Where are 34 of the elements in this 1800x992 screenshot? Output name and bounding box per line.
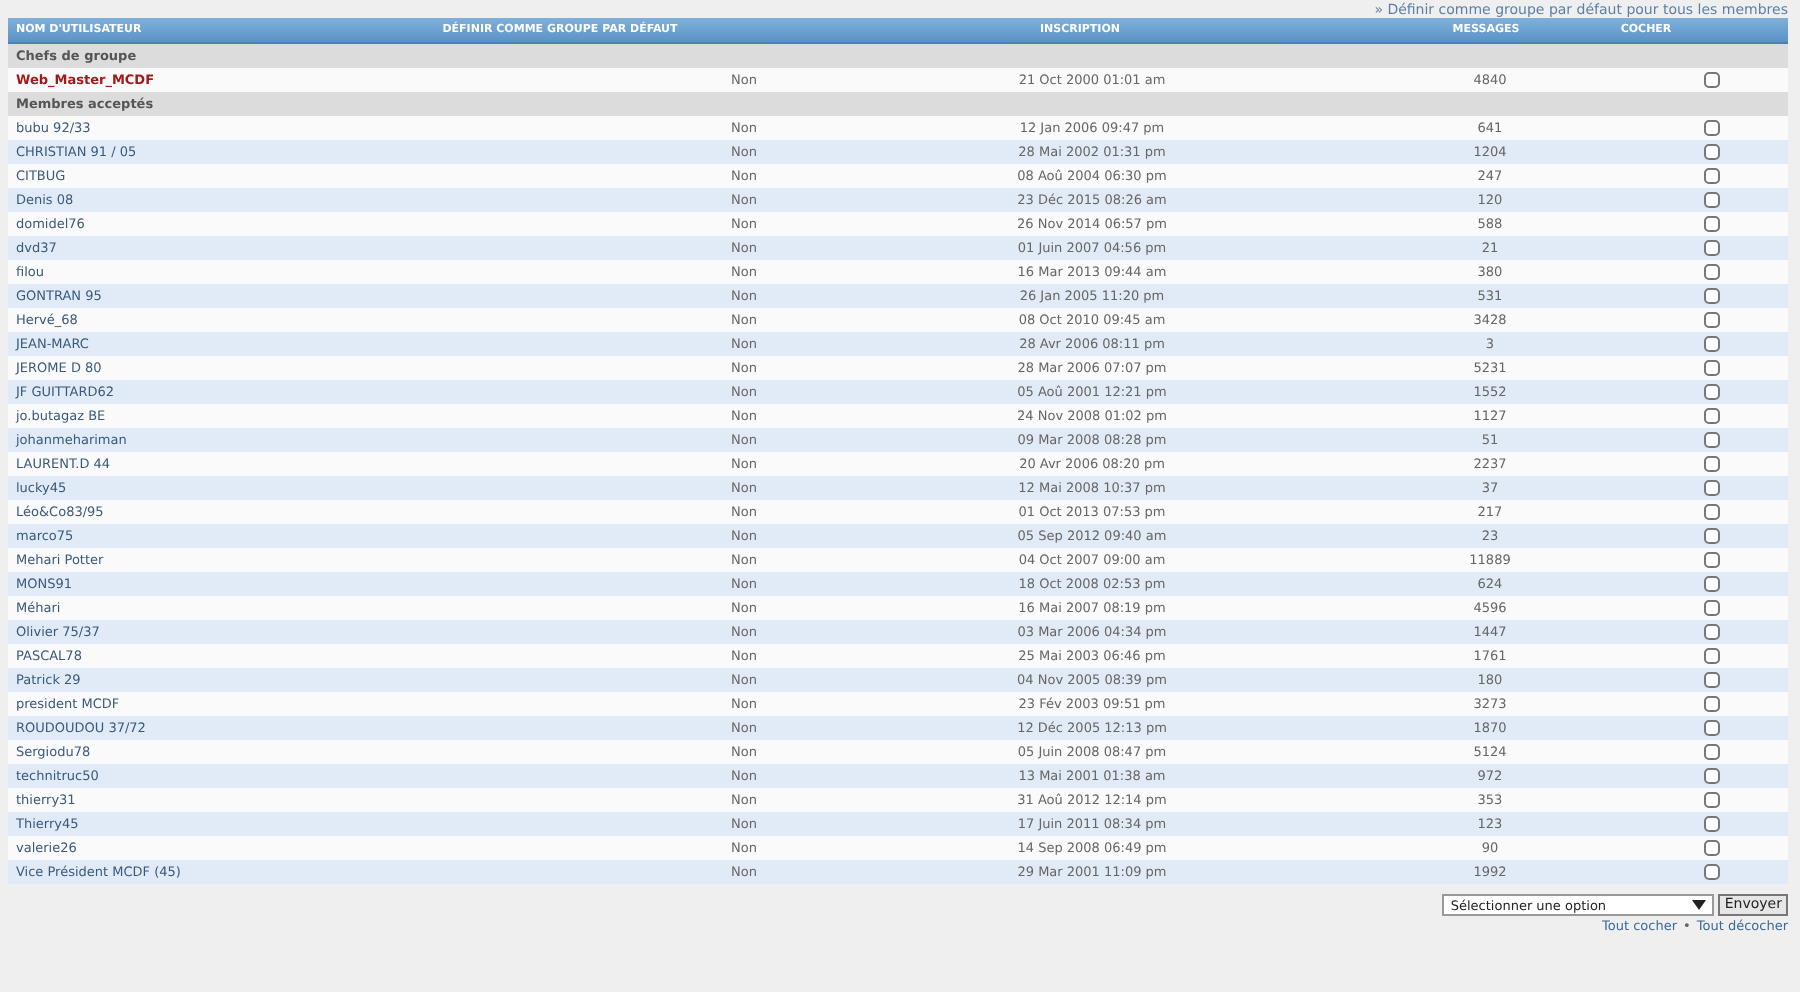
member-checkbox[interactable]	[1704, 288, 1720, 304]
member-checkbox[interactable]	[1704, 384, 1720, 400]
member-checkbox[interactable]	[1704, 192, 1720, 208]
member-checkbox[interactable]	[1704, 504, 1720, 520]
member-checkbox[interactable]	[1704, 576, 1720, 592]
member-checkbox[interactable]	[1704, 528, 1720, 544]
member-checkbox[interactable]	[1704, 840, 1720, 856]
member-checkbox[interactable]	[1704, 480, 1720, 496]
member-checkbox[interactable]	[1704, 432, 1720, 448]
member-checkbox[interactable]	[1704, 648, 1720, 664]
member-checkbox[interactable]	[1704, 336, 1720, 352]
member-checkbox[interactable]	[1704, 720, 1720, 736]
member-checkbox[interactable]	[1704, 792, 1720, 808]
member-checkbox[interactable]	[1704, 696, 1720, 712]
member-checkbox[interactable]	[1704, 360, 1720, 376]
member-checkbox[interactable]	[1704, 600, 1720, 616]
member-checkbox[interactable]	[1704, 624, 1720, 640]
member-checkbox[interactable]	[1704, 120, 1720, 136]
dropdown-arrow-icon	[1692, 900, 1707, 910]
member-checkbox[interactable]	[1704, 864, 1720, 880]
member-checkbox[interactable]	[1704, 672, 1720, 688]
member-checkbox[interactable]	[1704, 456, 1720, 472]
member-checkbox[interactable]	[1704, 144, 1720, 160]
member-checkbox[interactable]	[1704, 816, 1720, 832]
member-checkbox[interactable]	[1704, 264, 1720, 280]
member-checkbox[interactable]	[1704, 312, 1720, 328]
member-checkbox[interactable]	[1704, 768, 1720, 784]
member-checkbox[interactable]	[1704, 216, 1720, 232]
member-checkbox[interactable]	[1704, 240, 1720, 256]
member-checkbox[interactable]	[1704, 408, 1720, 424]
member-checkbox[interactable]	[1704, 552, 1720, 568]
member-checkbox[interactable]	[1704, 168, 1720, 184]
member-checkbox[interactable]	[1704, 72, 1720, 88]
member-checkbox[interactable]	[1704, 744, 1720, 760]
